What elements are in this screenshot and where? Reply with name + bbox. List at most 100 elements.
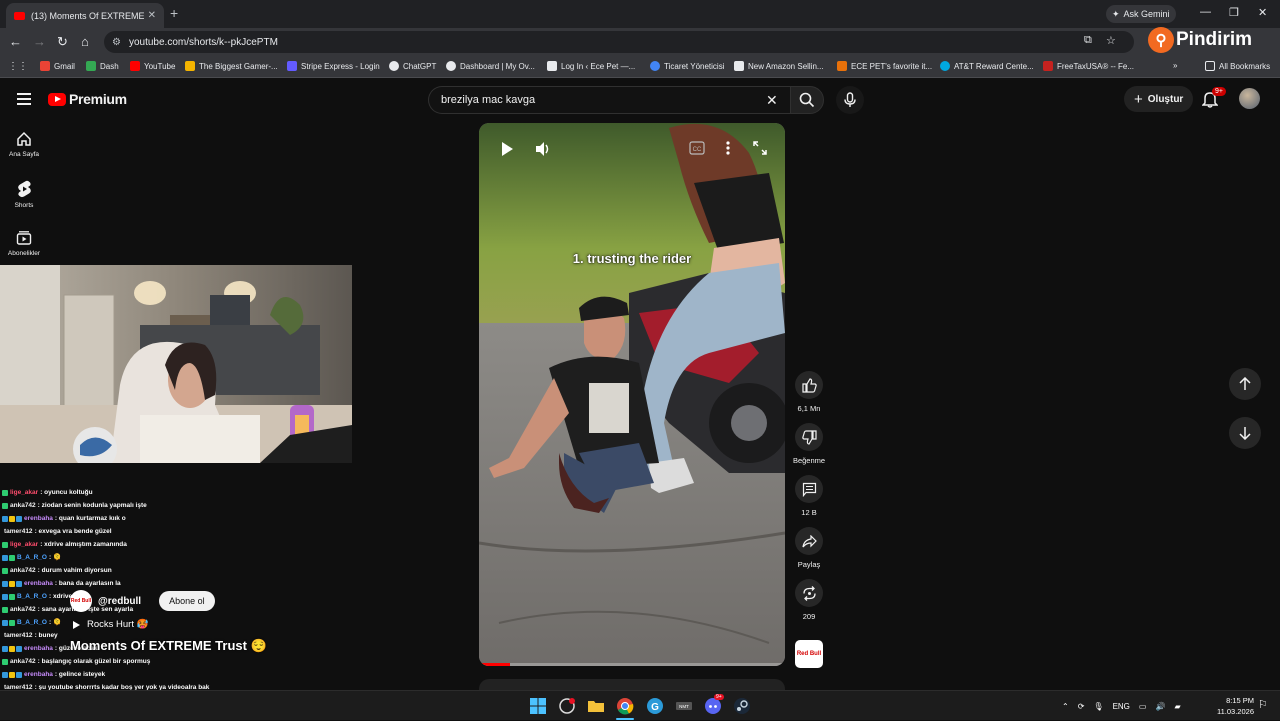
tray-overflow-icon[interactable]: ⌃: [1062, 702, 1069, 711]
freetaxusa-icon: [1043, 61, 1053, 71]
chat-message: erenbaha: quan kurtarmaz kıık o: [2, 512, 302, 525]
account-avatar[interactable]: [1239, 88, 1260, 109]
search-button[interactable]: [790, 86, 824, 114]
sidebar-item-subscriptions[interactable]: Abonelikler: [0, 230, 48, 257]
video-progress-bar[interactable]: [479, 663, 785, 666]
chat-badges: [2, 567, 8, 574]
windows-start-icon[interactable]: [529, 697, 547, 715]
file-explorer-icon[interactable]: [587, 697, 605, 715]
like-count: 6,1 Mn: [797, 404, 821, 413]
chrome-icon[interactable]: [616, 697, 634, 715]
tray-app-icon[interactable]: ⟳: [1078, 702, 1085, 711]
bookmark-item[interactable]: Dash: [86, 61, 119, 71]
notification-count-badge: 9+: [1212, 87, 1226, 96]
tray-mic-icon[interactable]: 🎙: [1093, 702, 1103, 711]
music-title: Rocks Hurt 🥵: [87, 619, 149, 630]
music-play-icon: [73, 620, 80, 629]
app-icon-2[interactable]: NMT: [675, 697, 693, 715]
fullscreen-icon[interactable]: [753, 141, 767, 155]
more-bookmarks-icon[interactable]: »: [1173, 61, 1177, 70]
bookmark-item[interactable]: YouTube: [130, 61, 175, 71]
restore-icon[interactable]: ❐: [1229, 6, 1239, 19]
create-button[interactable]: + Oluştur: [1124, 86, 1194, 112]
shorts-video-player[interactable]: 1. trusting the rider CC: [479, 123, 785, 666]
chat-username: B_A_R_O: [17, 619, 47, 626]
sidebar-item-label: Abonelikler: [7, 250, 41, 257]
clear-search-icon[interactable]: ✕: [766, 92, 778, 109]
bookmark-item[interactable]: ECE PET's favorite it...: [837, 61, 932, 71]
sidebar-item-shorts[interactable]: Shorts: [0, 180, 48, 209]
chat-message: anka742: durum vahim diyorsun: [2, 564, 302, 577]
taskbar-clock[interactable]: 8:15 PM 11.03.2026: [1210, 695, 1254, 717]
site-info-icon[interactable]: ⚙: [112, 37, 121, 48]
bookmark-star-icon[interactable]: ☆: [1106, 34, 1116, 47]
menu-icon[interactable]: [17, 93, 31, 105]
previous-short-button[interactable]: [1229, 368, 1261, 400]
window-close-icon[interactable]: ✕: [1258, 6, 1267, 19]
chat-badge-icon: [16, 671, 22, 678]
browser-tab-active[interactable]: (13) Moments Of EXTREME Tru ✕: [6, 3, 164, 28]
chat-badges: [2, 658, 8, 665]
battery-icon[interactable]: ▰: [1174, 702, 1180, 711]
install-app-icon[interactable]: ⧉: [1084, 34, 1092, 47]
subscribe-button[interactable]: Abone ol: [159, 591, 215, 611]
svg-text:CC: CC: [693, 147, 702, 153]
app-icon[interactable]: [558, 697, 576, 715]
bookmark-item[interactable]: New Amazon Sellin...: [734, 61, 824, 71]
bookmark-item[interactable]: Stripe Express - Login: [287, 61, 380, 71]
chat-username: anka742: [10, 658, 36, 665]
bookmark-item[interactable]: Log In ‹ Ece Pet —...: [547, 61, 635, 71]
video-title: Moments Of EXTREME Trust 😌: [70, 638, 267, 653]
search-input[interactable]: brezilya mac kavga: [428, 86, 790, 114]
network-icon[interactable]: ▭: [1139, 702, 1147, 711]
notification-center-icon[interactable]: ⚐: [1258, 698, 1268, 711]
channel-name[interactable]: @redbull: [98, 596, 141, 607]
share-button[interactable]: Paylaş: [788, 527, 830, 569]
remix-button[interactable]: 209: [788, 579, 830, 621]
bookmark-item[interactable]: Dashboard | My Ov...: [446, 61, 535, 71]
next-short-button[interactable]: [1229, 417, 1261, 449]
volume-tray-icon[interactable]: 🔊: [1155, 702, 1165, 711]
remix-count: 209: [802, 612, 816, 621]
bookmark-item[interactable]: AT&T Reward Cente...: [940, 61, 1034, 71]
bookmark-item[interactable]: Ticaret Yöneticisi: [650, 61, 724, 71]
like-button[interactable]: 6,1 Mn: [788, 371, 830, 413]
voice-search-button[interactable]: [836, 86, 864, 114]
comments-button[interactable]: 12 B: [788, 475, 830, 517]
pindirim-pin-icon: ⚲: [1148, 27, 1174, 53]
youtube-bookmark-icon: [130, 61, 140, 71]
play-icon[interactable]: [500, 141, 514, 157]
sidebar-item-home[interactable]: Ana Sayfa: [0, 131, 48, 158]
language-indicator[interactable]: ENG: [1113, 702, 1130, 711]
bookmark-item[interactable]: Gmail: [40, 61, 75, 71]
remix-circle: [795, 579, 823, 607]
channel-avatar[interactable]: Red Bull: [70, 590, 92, 612]
new-tab-button[interactable]: +: [170, 5, 178, 21]
reload-icon[interactable]: ↻: [57, 34, 68, 50]
volume-icon[interactable]: [534, 141, 550, 157]
video-caption: 1. trusting the rider: [572, 251, 692, 266]
youtube-premium-logo[interactable]: Premium: [48, 91, 127, 107]
chat-badges: [2, 606, 8, 613]
chat-badge-icon: [2, 619, 8, 626]
home-icon[interactable]: ⌂: [81, 34, 89, 49]
dislike-button[interactable]: Beğenme: [788, 423, 830, 465]
more-options-icon[interactable]: [726, 141, 730, 155]
steam-icon[interactable]: [733, 697, 751, 715]
back-icon[interactable]: ←: [9, 34, 22, 49]
apps-grid-icon[interactable]: ⋮⋮: [8, 61, 28, 72]
ask-gemini-button[interactable]: ✦ Ask Gemini: [1106, 5, 1176, 23]
sound-source-thumbnail[interactable]: Red Bull: [795, 640, 823, 668]
bookmark-item[interactable]: The Biggest Gamer-...: [185, 61, 278, 71]
all-bookmarks-button[interactable]: All Bookmarks: [1205, 61, 1270, 71]
address-bar[interactable]: ⚙ youtube.com/shorts/k--pkJcePTM: [104, 31, 1134, 53]
bookmark-item[interactable]: FreeTaxUSA® -- Fe...: [1043, 61, 1134, 71]
tab-close-icon[interactable]: ✕: [148, 10, 156, 21]
music-info[interactable]: Rocks Hurt 🥵: [72, 619, 148, 630]
grammarly-icon[interactable]: G: [646, 697, 664, 715]
pindirim-extension-logo[interactable]: ⚲ Pindirim: [1148, 26, 1252, 54]
closed-captions-icon[interactable]: CC: [689, 141, 705, 155]
bookmark-item[interactable]: ChatGPT: [389, 61, 436, 71]
minimize-icon[interactable]: —: [1200, 6, 1211, 18]
forward-icon[interactable]: →: [33, 34, 46, 49]
